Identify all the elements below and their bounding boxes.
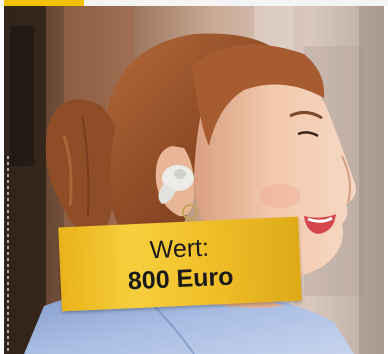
- product-teaser: Wert: 800 Euro: [0, 0, 388, 354]
- price-value: 800 Euro: [127, 262, 235, 296]
- price-label: Wert:: [149, 233, 210, 265]
- price-badge: Wert: 800 Euro: [58, 216, 302, 312]
